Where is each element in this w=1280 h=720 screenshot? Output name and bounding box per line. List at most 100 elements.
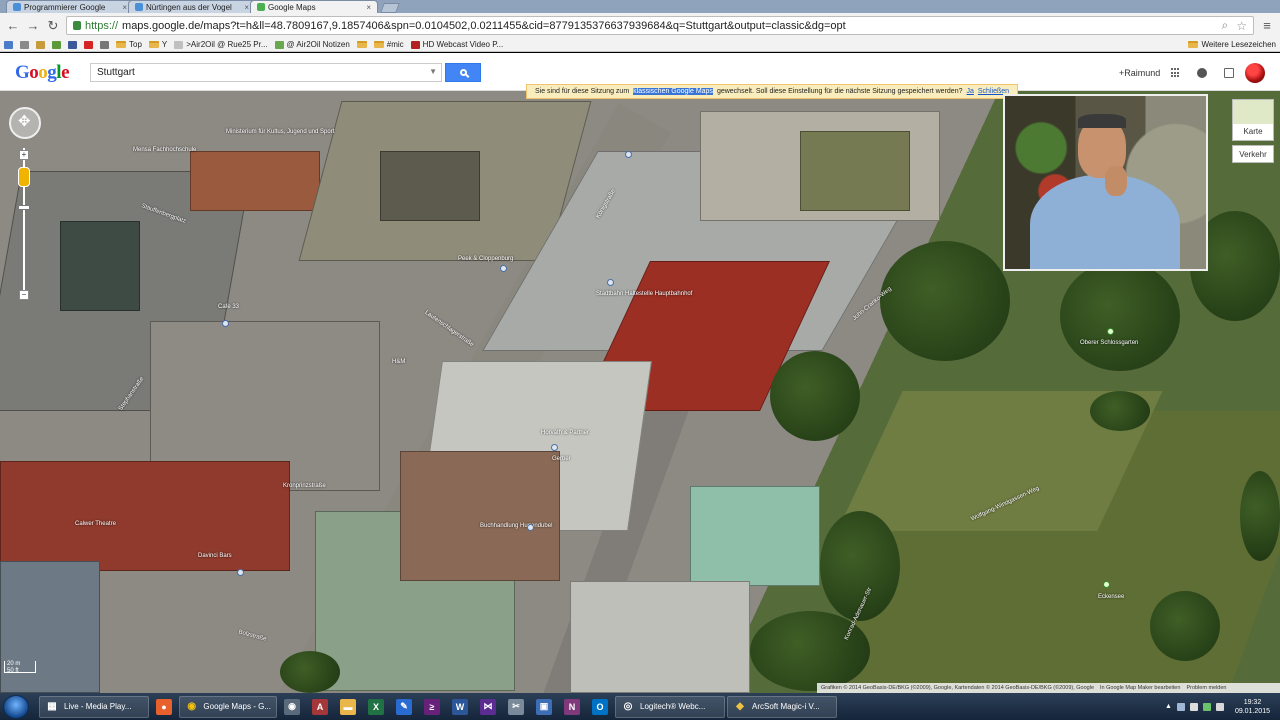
pinned-app[interactable]: N (559, 696, 585, 718)
pinned-app[interactable]: W (447, 696, 473, 718)
park-marker[interactable] (1103, 581, 1110, 588)
clock[interactable]: 19:32 09.01.2015 (1235, 698, 1270, 716)
bookmark-item[interactable]: >Air2Oil @ Rue25 Pr... (174, 40, 268, 49)
map-type-verkehr-button[interactable]: Verkehr (1232, 145, 1274, 163)
building-dome (570, 581, 750, 693)
bookmark-item[interactable] (4, 40, 13, 49)
report-problem-link[interactable]: Problem melden (1186, 685, 1226, 691)
taskbar-google-maps[interactable]: ◉ Google Maps - G... (179, 695, 277, 718)
taskbar-media-player[interactable]: ▦ Live - Media Play... (39, 695, 149, 718)
bookmark-item[interactable]: @ Air2Oil Notizen (274, 40, 350, 49)
dropdown-arrow-icon[interactable]: ▼ (429, 67, 437, 76)
park-marker[interactable] (1107, 328, 1114, 335)
pan-control[interactable] (9, 107, 41, 139)
close-tab-icon[interactable]: × (244, 3, 249, 12)
clock-date: 09.01.2015 (1234, 707, 1270, 715)
bookmark-item[interactable]: Top (116, 40, 142, 49)
screen: Programmierer Google × Nürtingen aus der… (0, 0, 1280, 720)
start-button[interactable] (3, 694, 29, 719)
bookmark-item[interactable]: HD Webcast Video P... (410, 40, 503, 49)
bookmark-item[interactable]: Y (148, 40, 167, 49)
close-tab-icon[interactable]: × (366, 3, 371, 12)
remote-desktop-icon: ▣ (536, 698, 552, 715)
tab-nuertingen[interactable]: Nürtingen aus der Vogel × (128, 0, 256, 13)
taskbar-logitech-webcam[interactable]: ◎ Logitech® Webc... (615, 695, 725, 718)
share-plus-icon[interactable] (1224, 68, 1234, 78)
new-tab-button[interactable] (380, 3, 400, 13)
tray-expand-icon[interactable]: ▲ (1165, 703, 1172, 710)
forward-arrow-icon[interactable]: → (26, 18, 40, 33)
user-name-link[interactable]: +Raimund (1119, 68, 1160, 78)
url-scheme: https:// (85, 19, 119, 32)
place-marker[interactable] (237, 569, 244, 576)
pinned-app[interactable]: ▬ (335, 696, 361, 718)
tab-label: Programmierer Google (24, 2, 106, 12)
bookmark-item[interactable] (36, 40, 45, 49)
bookmark-item[interactable] (100, 40, 109, 49)
pegman-icon[interactable] (18, 167, 30, 187)
search-button[interactable] (445, 63, 481, 82)
place-marker[interactable] (551, 444, 558, 451)
pinned-app[interactable]: X (363, 696, 389, 718)
notifications-icon[interactable] (1197, 68, 1207, 78)
pinned-app[interactable]: ✂ (503, 696, 529, 718)
zoom-in-button[interactable]: + (19, 150, 29, 160)
bookmark-star-icon[interactable]: ☆ (1236, 19, 1247, 33)
place-marker[interactable] (625, 151, 632, 158)
place-marker[interactable] (607, 279, 614, 286)
vs-icon: ⋈ (480, 698, 496, 715)
pinned-app[interactable]: ▣ (531, 696, 557, 718)
back-arrow-icon[interactable]: ← (6, 18, 20, 33)
pinned-app[interactable]: ◉ (279, 696, 305, 718)
bookmark-item[interactable] (20, 40, 29, 49)
task-label: Live - Media Play... (64, 702, 132, 711)
avatar[interactable] (1245, 63, 1265, 83)
apps-grid-icon[interactable] (1171, 68, 1181, 78)
tree (1090, 391, 1150, 431)
flag-icon[interactable] (1215, 702, 1224, 711)
reload-icon[interactable]: ↻ (46, 18, 60, 33)
place-marker[interactable] (527, 524, 534, 531)
recorder-icon: ◉ (284, 698, 300, 715)
video-icon (410, 40, 420, 49)
pinned-app[interactable]: ≥ (419, 696, 445, 718)
taskbar-arcsoft[interactable]: ◆ ArcSoft Magic-i V... (727, 695, 837, 718)
address-bar[interactable]: https://maps.google.de/maps?t=h&ll=48.78… (66, 16, 1254, 35)
notice-yes-link[interactable]: Ja (966, 88, 973, 95)
bookmark-item[interactable]: #mic (373, 40, 404, 49)
map-type-karte-button[interactable]: Karte (1232, 99, 1274, 141)
battery-icon[interactable] (1202, 702, 1211, 711)
tab-google-maps[interactable]: Google Maps × (250, 0, 378, 13)
pinned-app[interactable]: O (587, 696, 613, 718)
search-icon[interactable]: ⌕ (1222, 18, 1229, 33)
bookmark-item[interactable] (356, 41, 367, 48)
visual-studio-icon: ≥ (424, 698, 440, 715)
star-icon (20, 40, 29, 49)
bookmark-item[interactable] (84, 40, 93, 49)
map-label: Davinci Bars (198, 553, 232, 559)
place-marker[interactable] (222, 320, 229, 327)
map-label: Buchhandlung Hugendubel (480, 523, 553, 529)
clock-time: 19:32 (1243, 698, 1262, 706)
classic-maps-notice: Sie sind für diese Sitzung zum klassisch… (526, 84, 1018, 99)
network-icon[interactable] (1176, 702, 1185, 711)
tab-programmierer[interactable]: Programmierer Google × (6, 0, 134, 13)
volume-icon[interactable] (1189, 702, 1198, 711)
pinned-app[interactable]: ✎ (391, 696, 417, 718)
google-logo[interactable]: Google (15, 62, 69, 84)
close-tab-icon[interactable]: × (122, 3, 127, 12)
pinned-media-center[interactable]: ● (151, 696, 177, 718)
pinned-app[interactable]: ⋈ (475, 696, 501, 718)
place-marker[interactable] (500, 265, 507, 272)
bookmark-item[interactable] (52, 40, 61, 49)
search-input[interactable]: Stuttgart ▼ (90, 63, 442, 82)
other-bookmarks-folder[interactable]: Weitere Lesezeichen (1188, 40, 1276, 49)
tree (1240, 471, 1280, 561)
zoom-out-button[interactable]: − (19, 290, 29, 300)
map-maker-link[interactable]: In Google Map Maker bearbeiten (1100, 685, 1180, 691)
menu-icon[interactable]: ≡ (1260, 18, 1274, 33)
bookmark-item[interactable] (68, 40, 77, 49)
building-glass-roof (690, 486, 820, 586)
pinned-app[interactable]: A (307, 696, 333, 718)
zoom-slider-thumb[interactable] (18, 205, 30, 210)
